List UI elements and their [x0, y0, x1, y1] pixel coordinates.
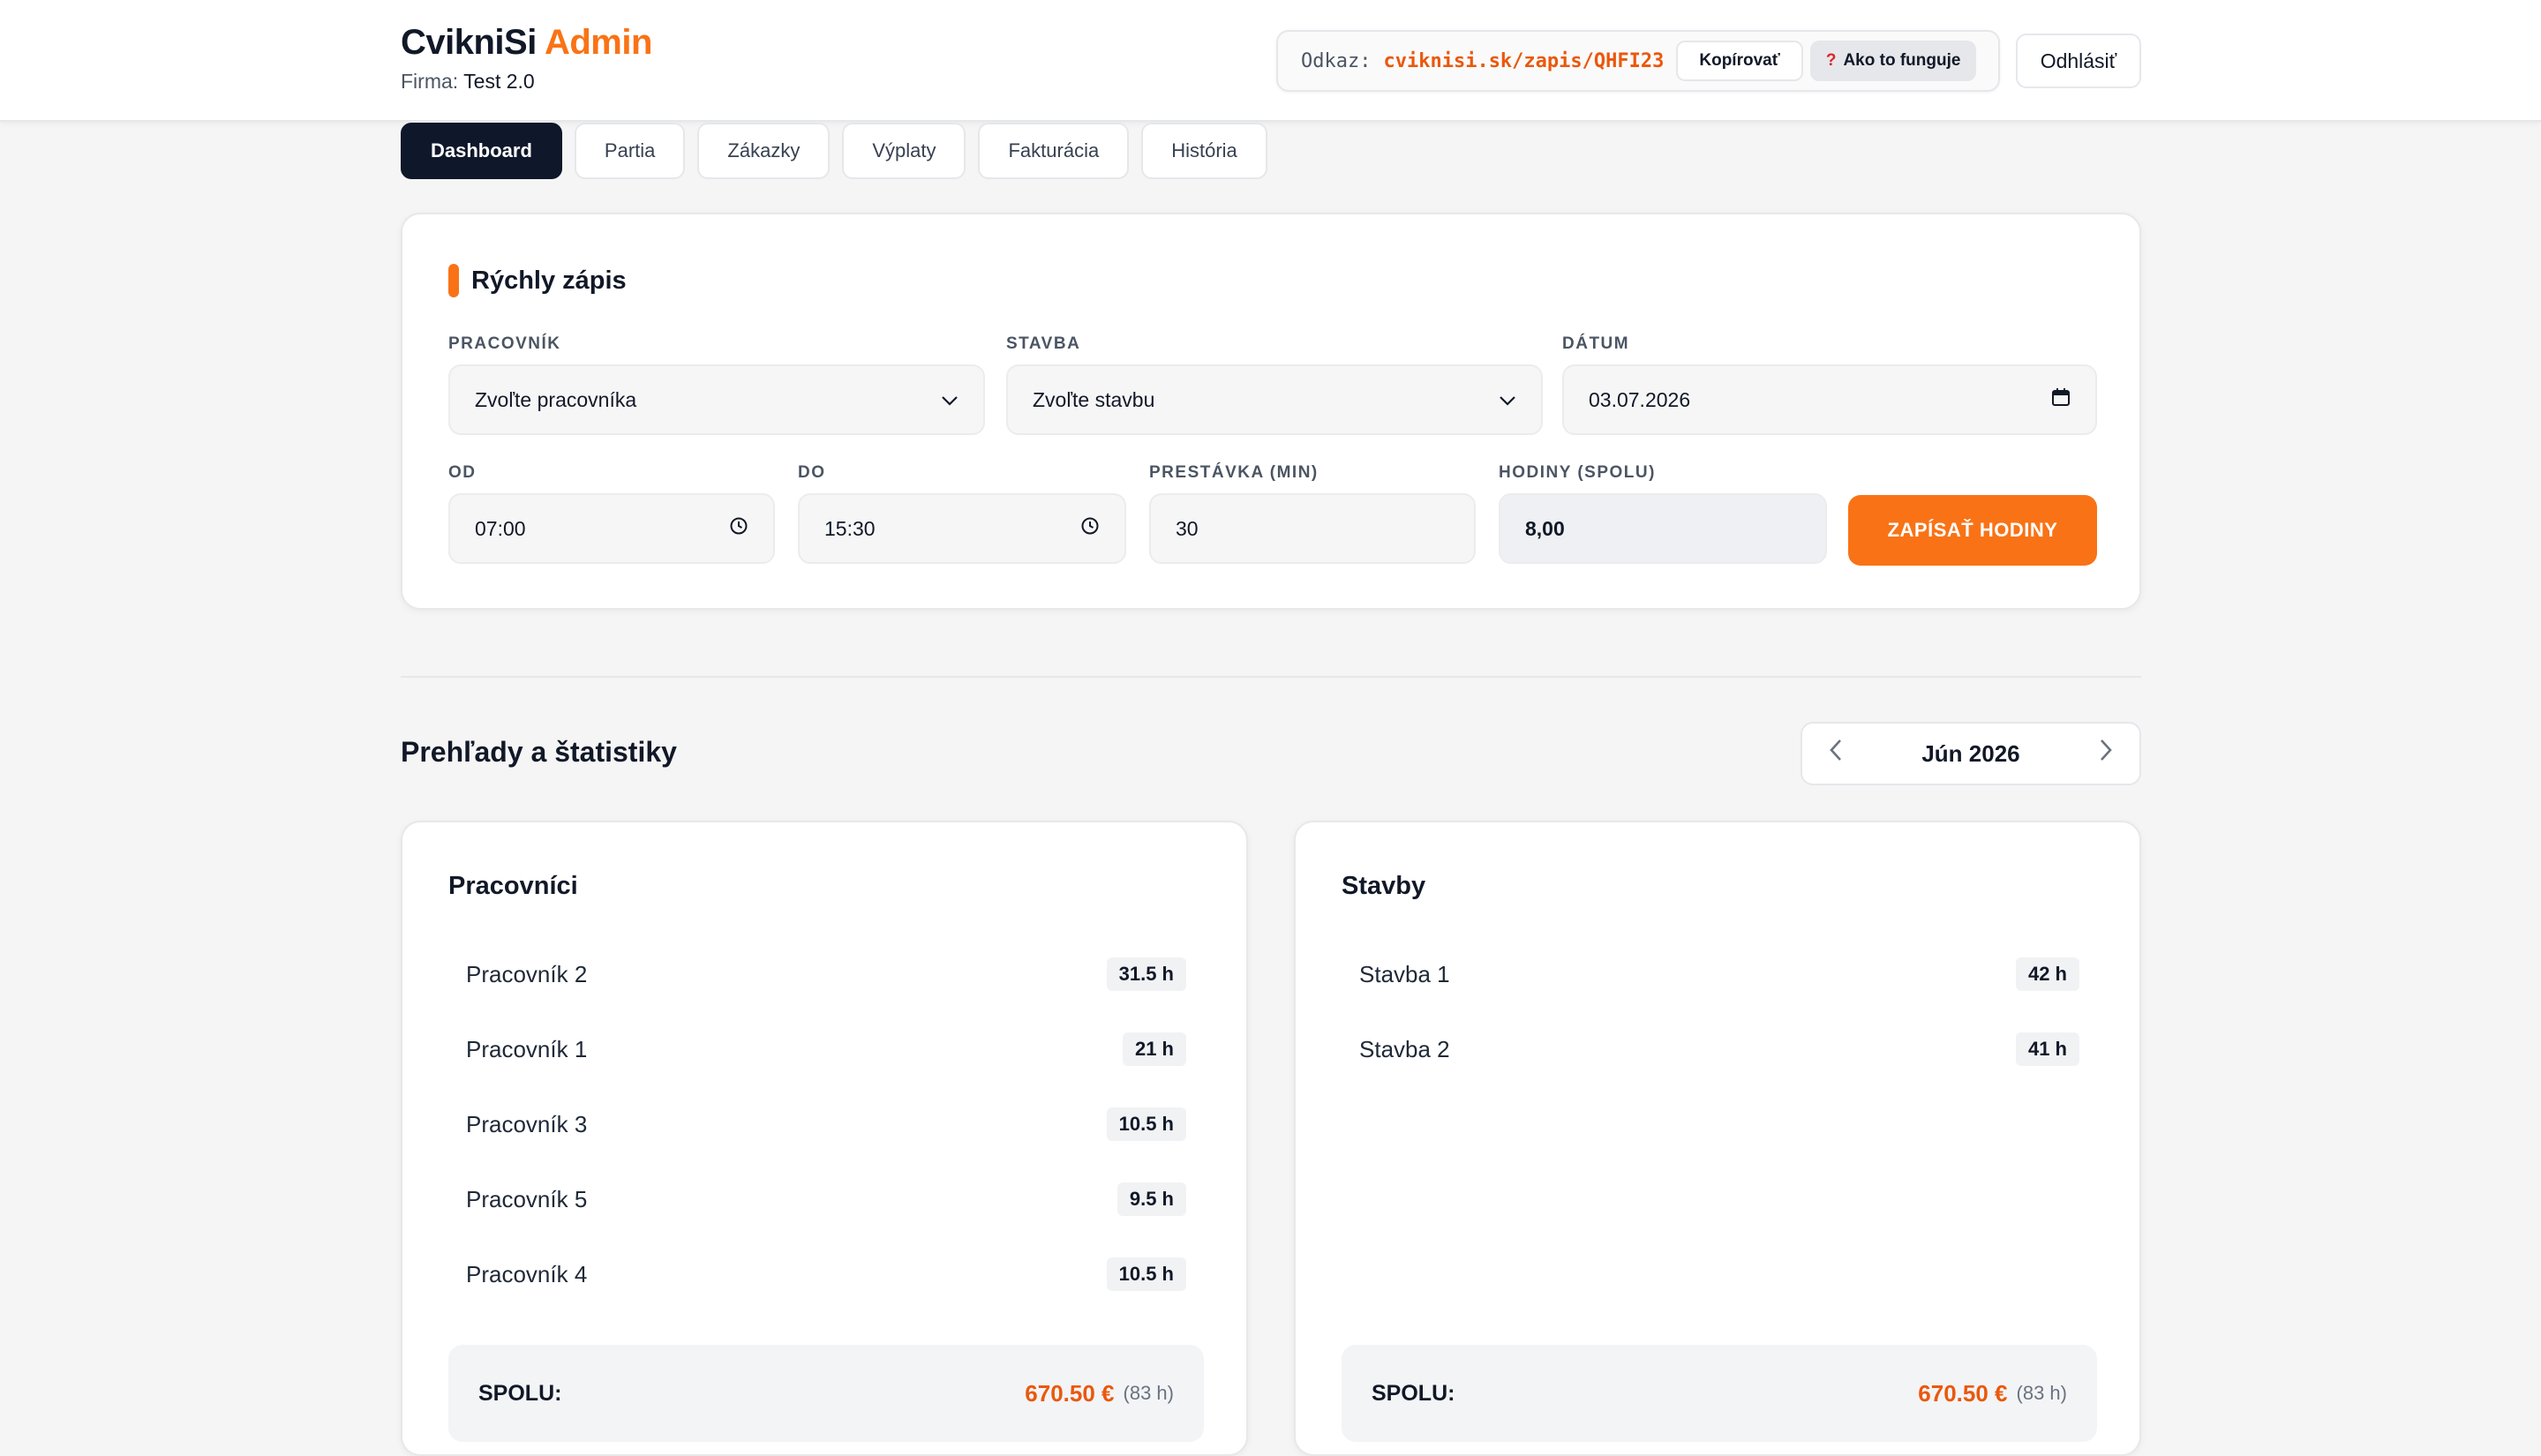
main-tabs: Dashboard Partia Zákazky Výplaty Fakturá…: [401, 123, 1267, 179]
worker-name: Pracovník 1: [466, 1035, 588, 1062]
calendar-icon[interactable]: [2051, 387, 2071, 412]
top-header: CvikniSi Admin Firma: Test 2.0 Odkaz: cv…: [0, 0, 2541, 122]
total-amount: 670.50 €: [1025, 1379, 1115, 1407]
total-amount: 670.50 €: [1918, 1379, 2008, 1407]
hours-badge: 10.5 h: [1106, 1107, 1186, 1141]
tab-dashboard[interactable]: Dashboard: [401, 123, 562, 179]
worker-name: Pracovník 3: [466, 1110, 588, 1137]
sites-title: Stavby: [1342, 872, 1426, 900]
hours-badge: 41 h: [2015, 1032, 2079, 1066]
chevron-down-icon: [1499, 388, 1516, 411]
workers-total: SPOLU: 670.50 € (83 h): [448, 1345, 1204, 1442]
break-label: PRESTÁVKA (MIN): [1149, 463, 1319, 482]
current-month: Jún 2026: [1921, 739, 2020, 767]
total-label: SPOLU:: [478, 1380, 562, 1406]
help-label: Ako to funguje: [1843, 51, 1961, 70]
workers-title: Pracovníci: [448, 872, 578, 900]
site-name: Stavba 2: [1359, 1035, 1450, 1062]
brand-accent: Admin: [544, 23, 652, 62]
link-label: Odkaz:: [1301, 49, 1372, 72]
list-item: Pracovník 4 10.5 h: [448, 1248, 1204, 1301]
to-time-value: 15:30: [824, 516, 876, 540]
list-item: Pracovník 5 9.5 h: [448, 1173, 1204, 1226]
app-title: CvikniSi Admin: [401, 23, 652, 63]
signup-link-box: Odkaz: cviknisi.sk/zapis/QHFI23 Kopírova…: [1276, 30, 2000, 92]
worker-select[interactable]: Zvoľte pracovníka: [448, 364, 985, 435]
break-input[interactable]: 30: [1149, 493, 1476, 564]
total-label: SPOLU:: [1372, 1380, 1455, 1406]
clock-icon[interactable]: [1080, 516, 1100, 541]
tab-zakazky[interactable]: Zákazky: [697, 123, 831, 179]
tab-vyplaty[interactable]: Výplaty: [842, 123, 966, 179]
workers-card: Pracovníci Pracovník 2 31.5 h Pracovník …: [401, 821, 1248, 1456]
list-item: Pracovník 3 10.5 h: [448, 1098, 1204, 1151]
list-item: Pracovník 1 21 h: [448, 1023, 1204, 1076]
list-item: Pracovník 2 31.5 h: [448, 948, 1204, 1001]
tab-fakturacia[interactable]: Fakturácia: [978, 123, 1130, 179]
hours-badge: 31.5 h: [1106, 957, 1186, 991]
clock-icon[interactable]: [729, 516, 748, 541]
sites-total: SPOLU: 670.50 € (83 h): [1342, 1345, 2097, 1442]
to-label: DO: [798, 463, 826, 482]
logout-button[interactable]: Odhlásiť: [2016, 34, 2141, 88]
from-time-input[interactable]: 07:00: [448, 493, 775, 564]
hours-badge: 21 h: [1122, 1032, 1186, 1066]
site-select[interactable]: Zvoľte stavbu: [1006, 364, 1543, 435]
site-label: STAVBA: [1006, 334, 1081, 353]
site-select-value: Zvoľte stavbu: [1033, 387, 1155, 411]
hours-badge: 9.5 h: [1116, 1182, 1186, 1216]
break-value: 30: [1176, 516, 1199, 540]
hours-total-value: 8,00: [1525, 516, 1565, 540]
signup-link-url[interactable]: cviknisi.sk/zapis/QHFI23: [1383, 50, 1664, 72]
chevron-left-icon[interactable]: [1829, 739, 1843, 769]
sites-card: Stavby Stavba 1 42 h Stavba 2 41 h SPOLU…: [1294, 821, 2141, 1456]
to-time-input[interactable]: 15:30: [798, 493, 1126, 564]
help-button[interactable]: ? Ako to funguje: [1809, 41, 1977, 81]
site-name: Stavba 1: [1359, 960, 1450, 987]
section-divider: [401, 676, 2141, 678]
date-label: DÁTUM: [1562, 334, 1630, 353]
from-time-value: 07:00: [475, 516, 526, 540]
title-accent-bar: [448, 264, 459, 297]
hours-badge: 42 h: [2015, 957, 2079, 991]
copy-button[interactable]: Kopírovať: [1676, 41, 1803, 81]
worker-label: PRACOVNÍK: [448, 334, 561, 353]
hours-badge: 10.5 h: [1106, 1257, 1186, 1291]
brand-main: CvikniSi: [401, 23, 537, 62]
month-navigator: Jún 2026: [1801, 722, 2141, 785]
total-hours: (83 h): [2016, 1382, 2067, 1404]
list-item: Stavba 1 42 h: [1342, 948, 2097, 1001]
quick-entry-title: Rýchly zápis: [448, 264, 627, 297]
worker-name: Pracovník 4: [466, 1260, 588, 1287]
date-input[interactable]: 03.07.2026: [1562, 364, 2097, 435]
question-icon: ?: [1825, 51, 1837, 70]
firm-name: Test 2.0: [463, 70, 535, 93]
firm-info: Firma: Test 2.0: [401, 70, 652, 94]
total-hours: (83 h): [1123, 1382, 1174, 1404]
quick-entry-card: Rýchly zápis PRACOVNÍK Zvoľte pracovníka…: [401, 213, 2141, 610]
list-item: Stavba 2 41 h: [1342, 1023, 2097, 1076]
tab-historia[interactable]: História: [1141, 123, 1267, 179]
hours-label: HODINY (SPOLU): [1499, 463, 1656, 482]
worker-name: Pracovník 2: [466, 960, 588, 987]
brand: CvikniSi Admin Firma: Test 2.0: [401, 23, 652, 94]
hours-total-field: 8,00: [1499, 493, 1827, 564]
quick-entry-title-text: Rýchly zápis: [471, 266, 627, 295]
tab-partia[interactable]: Partia: [574, 123, 686, 179]
chevron-down-icon: [941, 388, 959, 411]
date-input-value: 03.07.2026: [1589, 387, 1691, 411]
worker-name: Pracovník 5: [466, 1185, 588, 1212]
worker-select-value: Zvoľte pracovníka: [475, 387, 637, 411]
overview-title: Prehľady a štatistiky: [401, 736, 677, 768]
submit-hours-button[interactable]: ZAPÍSAŤ HODINY: [1848, 495, 2097, 566]
from-label: OD: [448, 463, 477, 482]
firm-label: Firma:: [401, 70, 459, 93]
chevron-right-icon[interactable]: [2099, 739, 2113, 769]
